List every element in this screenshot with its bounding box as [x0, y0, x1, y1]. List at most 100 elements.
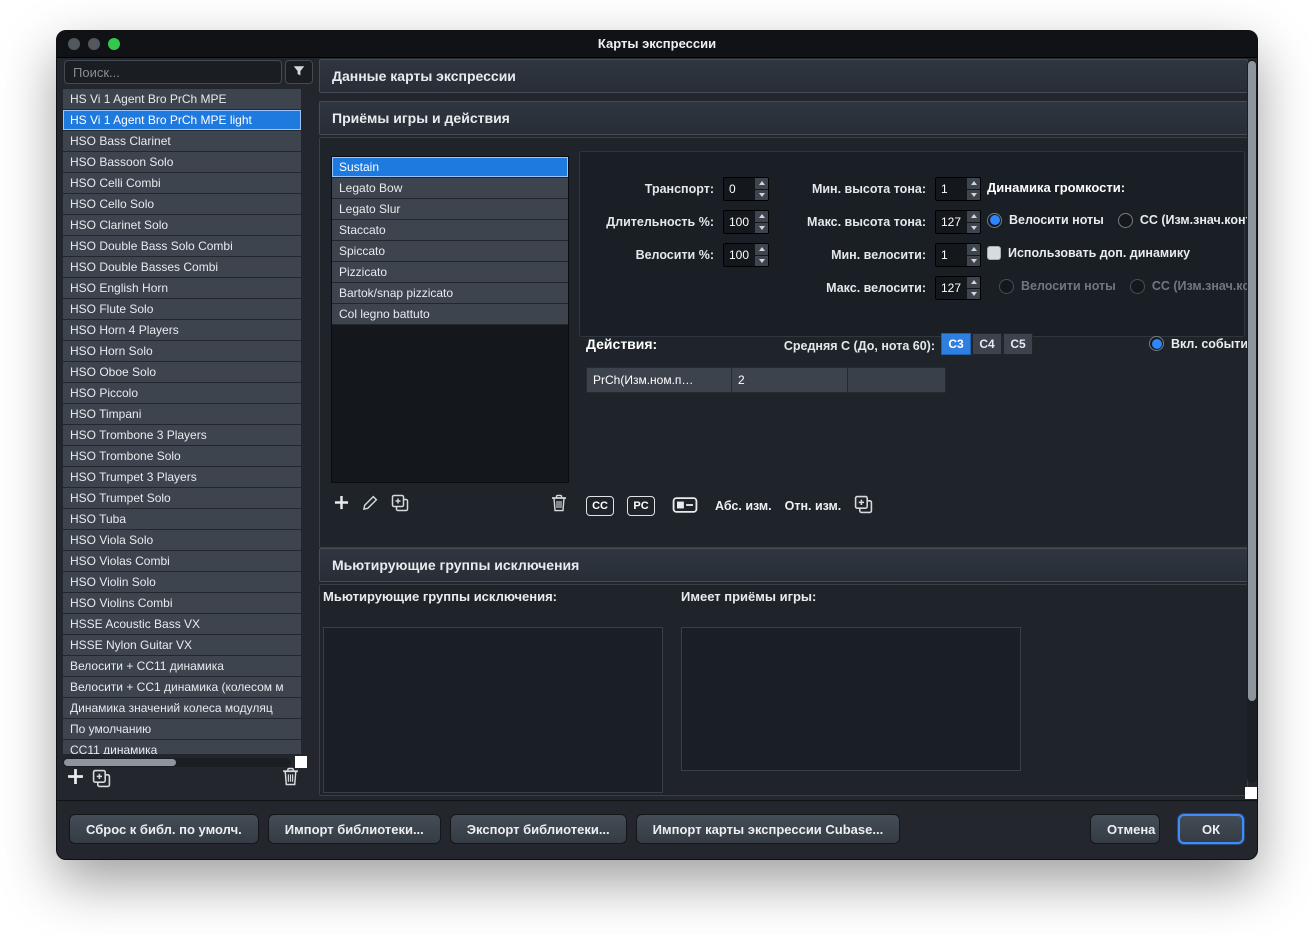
octave-button[interactable]: C4 — [972, 333, 1002, 355]
number-field[interactable]: 127 — [935, 210, 981, 234]
expression-map-item[interactable]: HSO Tuba — [63, 509, 301, 530]
expression-map-item[interactable]: HSO Horn Solo — [63, 341, 301, 362]
expression-map-item[interactable]: HSO Viola Solo — [63, 530, 301, 551]
secondary-cc-dynamics-radio[interactable] — [1129, 278, 1145, 294]
number-field[interactable]: 100 — [723, 210, 769, 234]
expression-map-item[interactable]: HSO Trumpet 3 Players — [63, 467, 301, 488]
expression-map-item[interactable]: Велосити + CC11 динамика — [63, 656, 301, 677]
expression-map-item[interactable]: HSO Bassoon Solo — [63, 152, 301, 173]
expression-map-item[interactable]: HSO Trombone 3 Players — [63, 425, 301, 446]
note-length-action-button[interactable] — [668, 496, 702, 516]
note-velocity-radio[interactable] — [987, 212, 1002, 228]
spinner-control[interactable] — [966, 178, 980, 200]
expression-map-item[interactable]: HSO Bass Clarinet — [63, 131, 301, 152]
zoom-window-button[interactable] — [108, 38, 120, 50]
expression-map-item[interactable]: HSO Horn 4 Players — [63, 320, 301, 341]
expression-map-item[interactable]: HSO Flute Solo — [63, 299, 301, 320]
add-technique-button[interactable] — [334, 495, 349, 513]
use-secondary-dynamics-checkbox[interactable] — [987, 246, 1001, 260]
map-list-horizontal-scrollbar[interactable] — [63, 758, 291, 767]
expression-map-item[interactable]: HSSE Acoustic Bass VX — [63, 614, 301, 635]
expression-map-item[interactable]: HSO Trombone Solo — [63, 446, 301, 467]
expression-map-item[interactable]: HS Vi 1 Agent Bro PrCh MPE light — [63, 110, 301, 131]
footer-button[interactable]: Сброс к библ. по умолч. — [69, 814, 259, 844]
absolute-change-button[interactable]: Абс. изм. — [715, 499, 772, 513]
minimize-window-button[interactable] — [88, 38, 100, 50]
spin-down-icon[interactable] — [755, 189, 768, 200]
action-type-cell[interactable]: PrCh(Изм.ном.п… — [586, 367, 732, 393]
spin-down-icon[interactable] — [967, 255, 980, 266]
cancel-button[interactable]: Отмена — [1090, 814, 1160, 844]
technique-item[interactable]: Sustain — [332, 157, 568, 178]
mute-groups-listbox[interactable] — [323, 627, 663, 793]
secondary-note-velocity-radio[interactable] — [999, 278, 1014, 294]
expression-map-item[interactable]: По умолчанию — [63, 719, 301, 740]
edit-technique-button[interactable] — [362, 495, 378, 514]
spin-up-icon[interactable] — [967, 211, 980, 223]
close-window-button[interactable] — [68, 38, 80, 50]
technique-item[interactable]: Bartok/snap pizzicato — [332, 283, 568, 304]
technique-item[interactable]: Col legno battuto — [332, 304, 568, 325]
technique-item[interactable]: Legato Bow — [332, 178, 568, 199]
cc-dynamics-radio[interactable] — [1117, 212, 1133, 228]
spinner-control[interactable] — [966, 244, 980, 266]
ok-button[interactable]: ОК — [1178, 814, 1244, 844]
titlebar[interactable]: Карты экспрессии — [57, 31, 1257, 58]
expression-map-item[interactable]: HSO Cello Solo — [63, 194, 301, 215]
expression-map-item[interactable]: HSO Violas Combi — [63, 551, 301, 572]
expression-map-item[interactable]: HSO Piccolo — [63, 383, 301, 404]
relative-change-button[interactable]: Отн. изм. — [785, 499, 842, 513]
section-header-map-data[interactable]: Данные карты экспрессии — [319, 59, 1248, 93]
expression-map-item[interactable]: Динамика значений колеса модуляц — [63, 698, 301, 719]
action-extra-cell[interactable] — [848, 367, 946, 393]
number-field[interactable]: 0 — [723, 177, 769, 201]
number-field[interactable]: 1 — [935, 177, 981, 201]
expression-map-item[interactable]: Велосити + CC1 динамика (колесом м — [63, 677, 301, 698]
expression-map-item[interactable]: HSSE Nylon Guitar VX — [63, 635, 301, 656]
spinner-control[interactable] — [966, 277, 980, 299]
spinner-control[interactable] — [754, 244, 768, 266]
spin-down-icon[interactable] — [967, 288, 980, 299]
spin-up-icon[interactable] — [755, 244, 768, 256]
filter-button[interactable] — [285, 60, 313, 84]
spinner-control[interactable] — [754, 211, 768, 233]
spin-up-icon[interactable] — [755, 178, 768, 190]
spinner-control[interactable] — [754, 178, 768, 200]
technique-item[interactable]: Legato Slur — [332, 199, 568, 220]
number-field[interactable]: 127 — [935, 276, 981, 300]
spin-down-icon[interactable] — [967, 222, 980, 233]
expression-map-item[interactable]: HS Vi 1 Agent Bro PrCh MPE — [63, 89, 301, 110]
duplicate-map-button[interactable] — [91, 769, 111, 790]
add-pc-action-button[interactable]: PC — [627, 496, 655, 516]
spin-up-icon[interactable] — [755, 211, 768, 223]
expression-map-item[interactable]: HSO Violins Combi — [63, 593, 301, 614]
map-list-hscroll-thumb[interactable] — [64, 759, 176, 766]
spin-up-icon[interactable] — [967, 277, 980, 289]
octave-button[interactable]: C3 — [941, 333, 971, 355]
section-header-techniques[interactable]: Приёмы игры и действия — [319, 101, 1248, 135]
expression-map-item[interactable]: HSO Violin Solo — [63, 572, 301, 593]
octave-button[interactable]: C5 — [1003, 333, 1033, 355]
expression-map-item[interactable]: HSO Timpani — [63, 404, 301, 425]
expression-map-item[interactable]: CC11 динамика — [63, 740, 301, 754]
events-on-radio[interactable] — [1149, 336, 1164, 351]
technique-item[interactable]: Spiccato — [332, 241, 568, 262]
technique-item[interactable]: Staccato — [332, 220, 568, 241]
delete-technique-button[interactable] — [551, 494, 567, 515]
spin-up-icon[interactable] — [967, 178, 980, 190]
spin-down-icon[interactable] — [755, 222, 768, 233]
footer-button[interactable]: Импорт карты экспрессии Cubase... — [635, 814, 901, 844]
spin-down-icon[interactable] — [755, 255, 768, 266]
add-map-button[interactable] — [65, 768, 85, 788]
expression-map-item[interactable]: HSO Celli Combi — [63, 173, 301, 194]
spinner-control[interactable] — [966, 211, 980, 233]
spin-down-icon[interactable] — [967, 189, 980, 200]
footer-button[interactable]: Импорт библиотеки... — [267, 814, 441, 844]
main-vscroll-thumb[interactable] — [1248, 61, 1256, 701]
add-cc-action-button[interactable]: CC — [586, 496, 614, 516]
expression-map-item[interactable]: HSO Double Basses Combi — [63, 257, 301, 278]
technique-item[interactable]: Pizzicato — [332, 262, 568, 283]
search-input[interactable] — [64, 60, 282, 84]
number-field[interactable]: 1 — [935, 243, 981, 267]
delete-map-button[interactable] — [281, 767, 299, 788]
